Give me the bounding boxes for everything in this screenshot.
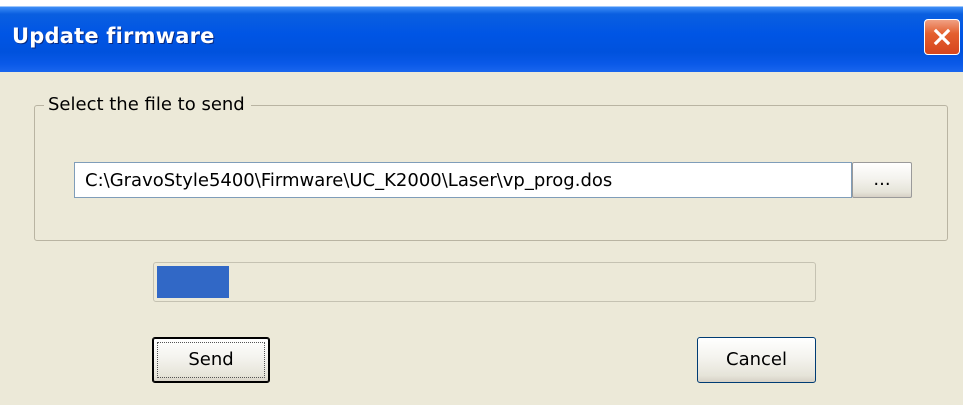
- browse-button[interactable]: ...: [852, 162, 912, 198]
- update-firmware-dialog: Update firmware Select the file to send …: [0, 0, 963, 405]
- close-button[interactable]: [924, 19, 960, 55]
- send-button[interactable]: Send: [152, 337, 270, 383]
- window-title: Update firmware: [12, 24, 215, 48]
- progress-fill: [157, 266, 229, 298]
- upload-progress-bar: [153, 262, 816, 302]
- cancel-button[interactable]: Cancel: [697, 337, 816, 383]
- close-icon: [933, 28, 951, 46]
- title-bar[interactable]: Update firmware: [0, 0, 963, 72]
- file-group-legend: Select the file to send: [44, 94, 251, 116]
- focus-indicator: [157, 342, 265, 378]
- file-path-input[interactable]: [74, 162, 852, 198]
